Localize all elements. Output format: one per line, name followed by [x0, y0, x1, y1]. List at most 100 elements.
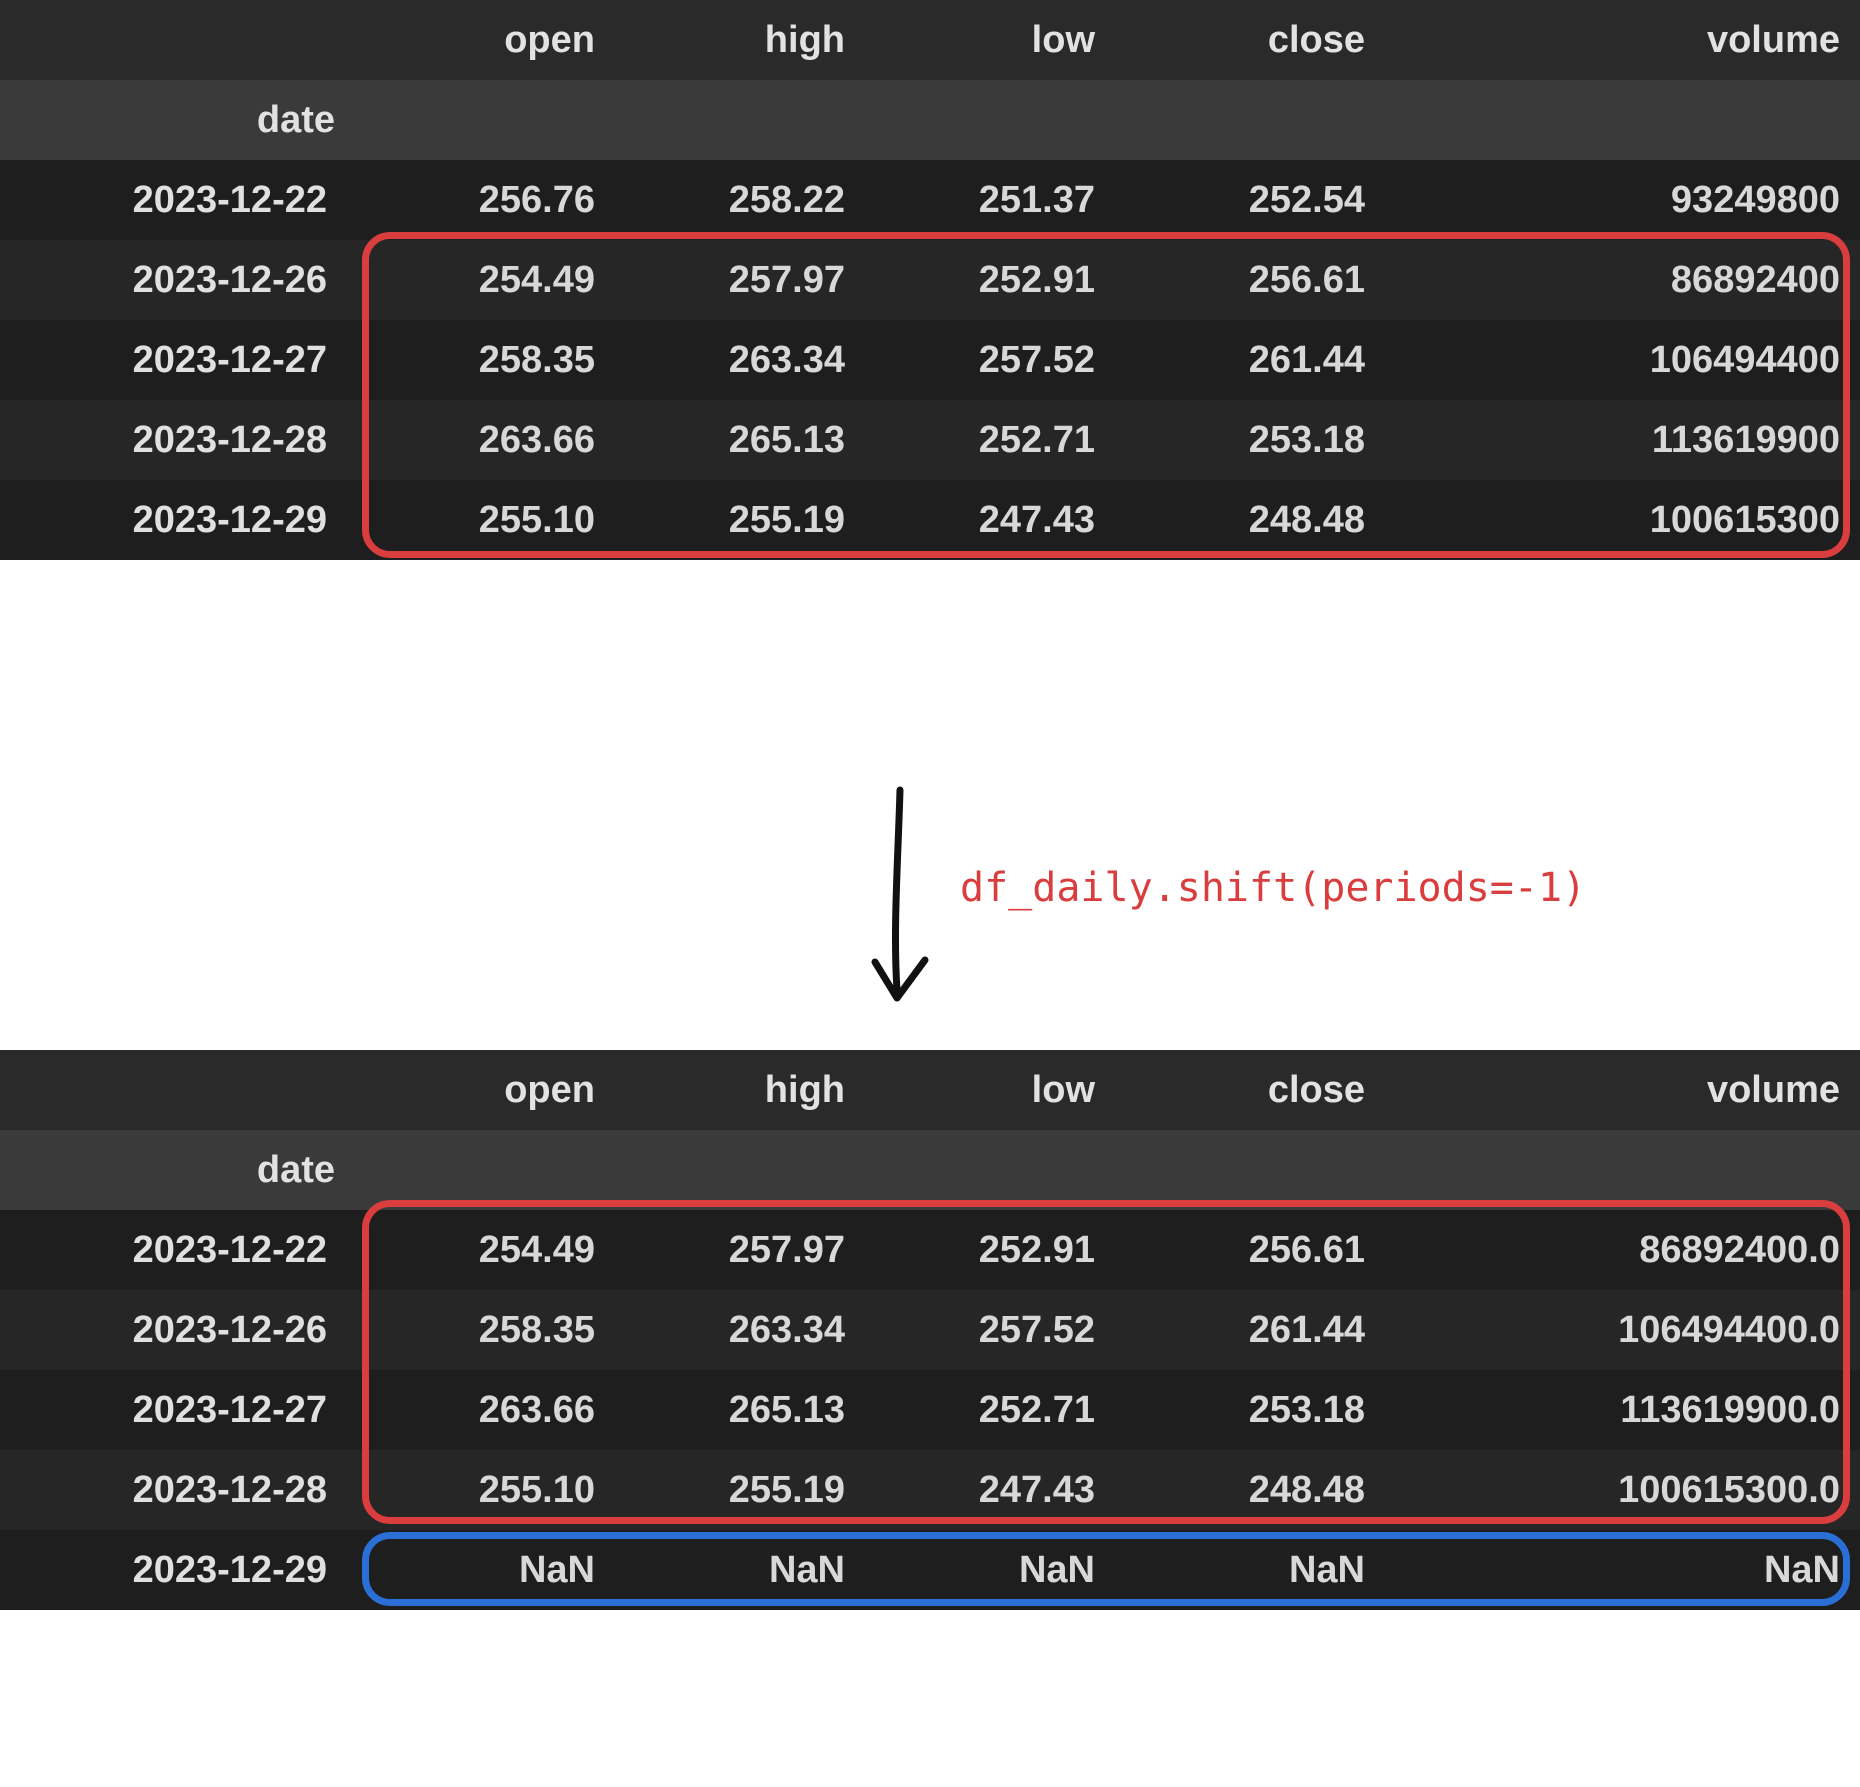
cell-close: 248.48 — [1115, 1450, 1385, 1530]
cell-volume: 100615300 — [1385, 480, 1860, 560]
table-row: 2023-12-27 263.66 265.13 252.71 253.18 1… — [0, 1370, 1860, 1450]
table-row: 2023-12-22 254.49 257.97 252.91 256.61 8… — [0, 1210, 1860, 1290]
cell-close: 256.61 — [1115, 240, 1385, 320]
cell-low: 251.37 — [865, 160, 1115, 240]
cell-low: 252.91 — [865, 240, 1115, 320]
cell-low: 257.52 — [865, 1290, 1115, 1370]
cell-volume: 86892400 — [1385, 240, 1860, 320]
cell-volume: 113619900.0 — [1385, 1370, 1860, 1450]
cell-high: 255.19 — [615, 480, 865, 560]
cell-volume: 100615300.0 — [1385, 1450, 1860, 1530]
table-row: 2023-12-28 255.10 255.19 247.43 248.48 1… — [0, 1450, 1860, 1530]
index-blank — [1115, 80, 1385, 160]
header-blank — [0, 0, 355, 80]
header-blank — [0, 1050, 355, 1130]
cell-low: 247.43 — [865, 480, 1115, 560]
shift-code-annotation: df_daily.shift(periods=-1) — [960, 865, 1586, 911]
table-row: 2023-12-29 NaN NaN NaN NaN NaN — [0, 1530, 1860, 1610]
cell-high: NaN — [615, 1530, 865, 1610]
cell-low: NaN — [865, 1530, 1115, 1610]
index-label: date — [0, 80, 355, 160]
header-high: high — [615, 1050, 865, 1130]
header-close: close — [1115, 0, 1385, 80]
index-blank — [615, 1130, 865, 1210]
cell-date: 2023-12-28 — [0, 400, 355, 480]
table-row: 2023-12-22 256.76 258.22 251.37 252.54 9… — [0, 160, 1860, 240]
header-row: open high low close volume — [0, 1050, 1860, 1130]
index-blank — [355, 1130, 615, 1210]
cell-high: 258.22 — [615, 160, 865, 240]
cell-date: 2023-12-29 — [0, 480, 355, 560]
index-blank — [1385, 80, 1860, 160]
cell-high: 265.13 — [615, 400, 865, 480]
dataframe-table-after: open high low close volume date 2023-12-… — [0, 1050, 1860, 1610]
index-blank — [1115, 1130, 1385, 1210]
cell-open: 258.35 — [355, 320, 615, 400]
header-close: close — [1115, 1050, 1385, 1130]
index-label-row: date — [0, 80, 1860, 160]
header-volume: volume — [1385, 0, 1860, 80]
table-row: 2023-12-28 263.66 265.13 252.71 253.18 1… — [0, 400, 1860, 480]
cell-low: 257.52 — [865, 320, 1115, 400]
table-row: 2023-12-27 258.35 263.34 257.52 261.44 1… — [0, 320, 1860, 400]
cell-high: 263.34 — [615, 320, 865, 400]
cell-close: 253.18 — [1115, 400, 1385, 480]
cell-high: 257.97 — [615, 1210, 865, 1290]
cell-close: 261.44 — [1115, 320, 1385, 400]
cell-high: 257.97 — [615, 240, 865, 320]
index-blank — [1385, 1130, 1860, 1210]
cell-date: 2023-12-29 — [0, 1530, 355, 1610]
header-low: low — [865, 1050, 1115, 1130]
cell-high: 263.34 — [615, 1290, 865, 1370]
cell-open: 263.66 — [355, 400, 615, 480]
cell-high: 255.19 — [615, 1450, 865, 1530]
cell-date: 2023-12-28 — [0, 1450, 355, 1530]
cell-volume: 106494400 — [1385, 320, 1860, 400]
table-row: 2023-12-26 254.49 257.97 252.91 256.61 8… — [0, 240, 1860, 320]
cell-open: NaN — [355, 1530, 615, 1610]
index-label-row: date — [0, 1130, 1860, 1210]
cell-high: 265.13 — [615, 1370, 865, 1450]
header-low: low — [865, 0, 1115, 80]
cell-close: 253.18 — [1115, 1370, 1385, 1450]
cell-volume: 86892400.0 — [1385, 1210, 1860, 1290]
cell-low: 247.43 — [865, 1450, 1115, 1530]
cell-open: 254.49 — [355, 240, 615, 320]
index-blank — [355, 80, 615, 160]
table-row: 2023-12-29 255.10 255.19 247.43 248.48 1… — [0, 480, 1860, 560]
cell-date: 2023-12-27 — [0, 1370, 355, 1450]
cell-close: 261.44 — [1115, 1290, 1385, 1370]
cell-low: 252.71 — [865, 1370, 1115, 1450]
cell-close: 248.48 — [1115, 480, 1385, 560]
index-blank — [615, 80, 865, 160]
index-blank — [865, 80, 1115, 160]
cell-volume: 106494400.0 — [1385, 1290, 1860, 1370]
cell-open: 254.49 — [355, 1210, 615, 1290]
cell-date: 2023-12-26 — [0, 240, 355, 320]
arrow-down-icon — [855, 780, 945, 1020]
cell-date: 2023-12-22 — [0, 160, 355, 240]
cell-close: 252.54 — [1115, 160, 1385, 240]
index-label: date — [0, 1130, 355, 1210]
cell-volume: NaN — [1385, 1530, 1860, 1610]
cell-low: 252.71 — [865, 400, 1115, 480]
header-row: open high low close volume — [0, 0, 1860, 80]
cell-close: NaN — [1115, 1530, 1385, 1610]
cell-date: 2023-12-22 — [0, 1210, 355, 1290]
cell-close: 256.61 — [1115, 1210, 1385, 1290]
table-row: 2023-12-26 258.35 263.34 257.52 261.44 1… — [0, 1290, 1860, 1370]
dataframe-table-before: open high low close volume date 2023-12-… — [0, 0, 1860, 560]
cell-volume: 113619900 — [1385, 400, 1860, 480]
cell-date: 2023-12-27 — [0, 320, 355, 400]
cell-date: 2023-12-26 — [0, 1290, 355, 1370]
header-open: open — [355, 0, 615, 80]
cell-open: 255.10 — [355, 480, 615, 560]
header-high: high — [615, 0, 865, 80]
cell-open: 256.76 — [355, 160, 615, 240]
cell-open: 258.35 — [355, 1290, 615, 1370]
cell-open: 263.66 — [355, 1370, 615, 1450]
cell-volume: 93249800 — [1385, 160, 1860, 240]
cell-open: 255.10 — [355, 1450, 615, 1530]
header-open: open — [355, 1050, 615, 1130]
index-blank — [865, 1130, 1115, 1210]
